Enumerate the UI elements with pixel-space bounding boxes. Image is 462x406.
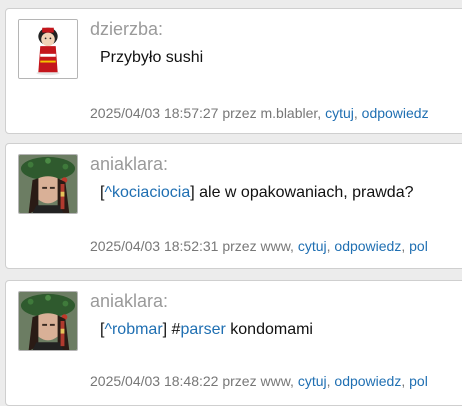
message-body: Przybyło sushi [100,49,204,66]
message-meta: 2025/04/03 18:52:31 przez www, cytuj, od… [90,238,428,254]
source-label: przez www, [222,373,294,389]
message-body: kondomami [230,321,313,338]
more-link[interactable]: pol [409,373,428,389]
more-link[interactable]: pol [409,238,428,254]
quote-link[interactable]: cytuj [325,105,354,121]
message-feed: dzierzba: Przybyło sushi 2025/04/03 18:5… [0,0,462,406]
timestamp[interactable]: 2025/04/03 18:52:31 [90,238,218,254]
message-text: [^kociaciocia] ale w opakowaniach, prawd… [100,184,414,201]
message-body: ale w opakowaniach, prawda? [199,184,414,201]
reply-link[interactable]: odpowiedz [362,105,429,121]
author-name[interactable]: dzierzba: [90,19,163,40]
source-label: przez m.blabler, [222,105,322,121]
author-name[interactable]: aniaklara: [90,291,168,312]
quote-link[interactable]: cytuj [298,373,327,389]
avatar[interactable] [18,19,78,79]
message-meta: 2025/04/03 18:57:27 przez m.blabler, cyt… [90,105,429,121]
avatar[interactable] [18,291,78,351]
woman-with-wreath-avatar-icon [19,155,77,213]
woman-with-wreath-avatar-icon [19,292,77,350]
reply-link[interactable]: odpowiedz [334,373,401,389]
message-card: aniaklara: [^robmar] #parser kondomami 2… [5,280,462,406]
avatar[interactable] [18,154,78,214]
mention-link[interactable]: ^kociaciocia [104,184,190,201]
message-text: [^robmar] #parser kondomami [100,321,313,338]
quote-link[interactable]: cytuj [298,238,327,254]
message-card: dzierzba: Przybyło sushi 2025/04/03 18:5… [5,8,462,134]
timestamp[interactable]: 2025/04/03 18:48:22 [90,373,218,389]
mention-link[interactable]: ^robmar [104,321,162,338]
source-label: przez www, [222,238,294,254]
message-text: Przybyło sushi [100,49,203,67]
message-meta: 2025/04/03 18:48:22 przez www, cytuj, od… [90,373,428,389]
timestamp[interactable]: 2025/04/03 18:57:27 [90,105,218,121]
reply-link[interactable]: odpowiedz [334,238,401,254]
hashtag-link[interactable]: parser [180,321,225,338]
author-name[interactable]: aniaklara: [90,154,168,175]
message-card: aniaklara: [^kociaciocia] ale w opakowan… [5,143,462,269]
sushi-doll-avatar-icon [19,20,77,78]
